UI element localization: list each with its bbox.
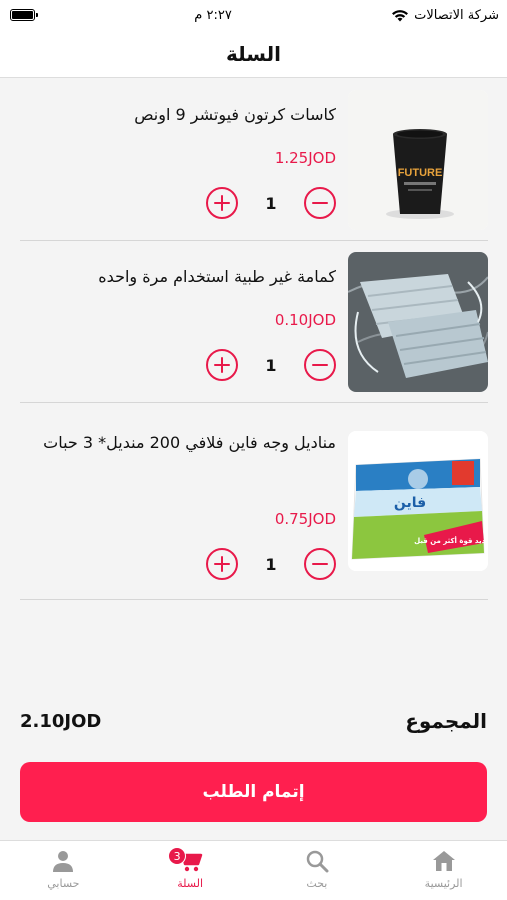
tissue-brand-text: فاين bbox=[394, 495, 426, 511]
status-bar: ٢:٢٧ م شركة الاتصالات bbox=[0, 0, 507, 30]
tab-label: الرئيسية bbox=[424, 877, 463, 890]
carrier-name: شركة الاتصالات bbox=[414, 7, 499, 23]
increase-quantity-button[interactable] bbox=[206, 548, 238, 580]
tab-home[interactable]: الرئيسية bbox=[380, 841, 507, 900]
cup-image: FUTURE bbox=[348, 90, 488, 230]
quantity-stepper: 1 bbox=[206, 349, 336, 381]
tab-cart[interactable]: 3 السلة bbox=[127, 841, 254, 900]
tab-label: السلة bbox=[177, 877, 203, 890]
product-name: كمامة غير طبية استخدام مرة واحده bbox=[98, 267, 336, 286]
minus-icon bbox=[312, 201, 328, 205]
cart-item: فاين جديد قوة أكثر من قبل! مناديل وجه فا… bbox=[20, 403, 488, 600]
battery-icon bbox=[10, 9, 38, 21]
quantity-stepper: 1 bbox=[206, 187, 336, 219]
cart-count-badge: 3 bbox=[168, 847, 187, 865]
quantity-value: 1 bbox=[265, 355, 277, 375]
product-price: 1.25JOD bbox=[274, 149, 336, 167]
product-price: 0.10JOD bbox=[274, 311, 336, 329]
status-time: ٢:٢٧ م bbox=[194, 7, 232, 23]
tissue-box-image: فاين جديد قوة أكثر من قبل! bbox=[348, 431, 488, 571]
mask-image bbox=[348, 252, 488, 392]
tab-account[interactable]: حسابي bbox=[0, 841, 127, 900]
search-icon bbox=[306, 850, 329, 873]
tab-label: بحث bbox=[306, 877, 328, 890]
person-icon bbox=[53, 851, 74, 872]
minus-icon bbox=[312, 562, 328, 566]
checkout-button[interactable]: إتمام الطلب bbox=[20, 762, 487, 822]
status-carrier-group: شركة الاتصالات bbox=[391, 8, 499, 23]
bottom-tab-bar: حسابي 3 السلة بحث الرئيسية bbox=[0, 840, 507, 900]
cup-brand-text: FUTURE bbox=[398, 167, 443, 179]
total-row: 2.10JOD المجموع bbox=[20, 705, 487, 737]
decrease-quantity-button[interactable] bbox=[304, 548, 336, 580]
decrease-quantity-button[interactable] bbox=[304, 349, 336, 381]
decrease-quantity-button[interactable] bbox=[304, 187, 336, 219]
page-title: السلة bbox=[225, 41, 281, 66]
tissue-badge-text: جديد قوة أكثر من قبل! bbox=[414, 536, 488, 545]
page-header: السلة bbox=[0, 30, 507, 78]
product-name: كاسات كرتون فيوتشر 9 اونص bbox=[134, 105, 336, 124]
product-image-cup[interactable]: FUTURE bbox=[348, 90, 488, 230]
product-price: 0.75JOD bbox=[274, 510, 336, 528]
quantity-value: 1 bbox=[265, 193, 277, 213]
minus-icon bbox=[312, 363, 328, 367]
checkout-label: إتمام الطلب bbox=[202, 782, 305, 802]
tab-search[interactable]: بحث bbox=[254, 841, 381, 900]
quantity-stepper: 1 bbox=[206, 548, 336, 580]
tab-label: حسابي bbox=[47, 877, 80, 890]
product-name: مناديل وجه فاين فلافي 200 منديل* 3 حبات bbox=[43, 433, 336, 452]
increase-quantity-button[interactable] bbox=[206, 187, 238, 219]
home-icon bbox=[432, 851, 455, 871]
total-label: المجموع bbox=[405, 709, 487, 733]
product-image-tissues[interactable]: فاين جديد قوة أكثر من قبل! bbox=[348, 431, 488, 571]
cart-item: كمامة غير طبية استخدام مرة واحده 0.10JOD… bbox=[20, 241, 488, 403]
total-amount: 2.10JOD bbox=[20, 710, 102, 732]
quantity-value: 1 bbox=[265, 554, 277, 574]
product-image-mask[interactable] bbox=[348, 252, 488, 392]
increase-quantity-button[interactable] bbox=[206, 349, 238, 381]
cart-item: FUTURE كاسات كرتون فيوتشر 9 اونص 1.25JOD… bbox=[20, 79, 488, 241]
wifi-icon bbox=[392, 9, 409, 21]
